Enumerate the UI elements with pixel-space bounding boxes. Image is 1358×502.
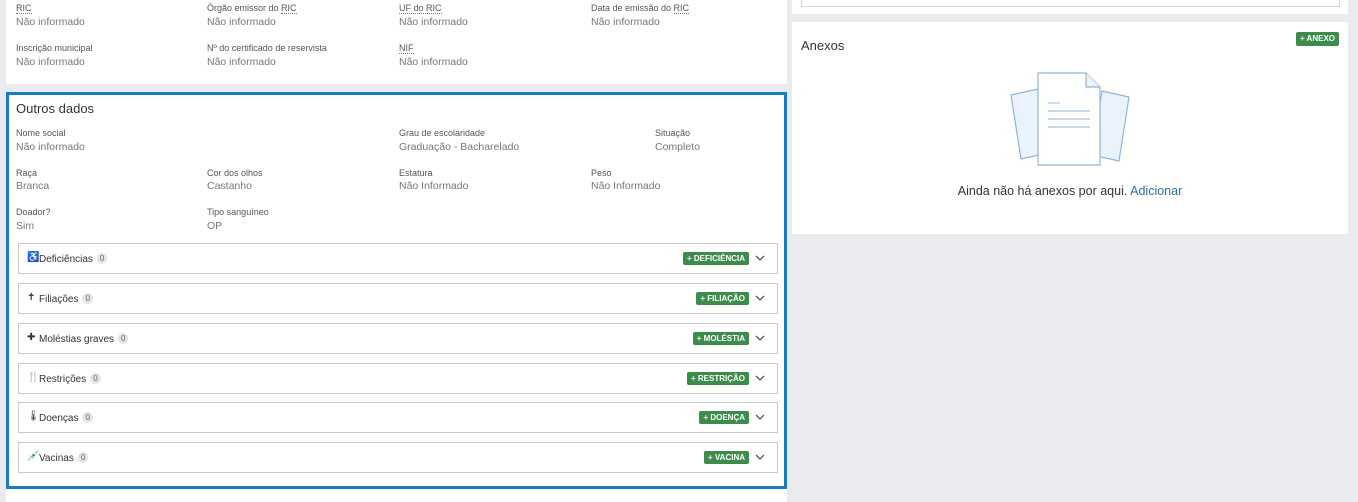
escolaridade-label: Grau de escolaridade — [399, 128, 486, 138]
documents-card: RIC Não informado Órgão emissor do RIC N… — [6, 0, 787, 84]
reservista-value: Não informado — [207, 56, 276, 68]
filiacoes-section[interactable]: ✝ Filiações 0 + FILIAÇÃO — [18, 283, 778, 314]
chevron-down-icon[interactable] — [753, 331, 767, 345]
ric-value: Não informado — [16, 16, 85, 28]
restricoes-section[interactable]: 🍴 Restrições 0 + RESTRIÇÃO — [18, 363, 778, 394]
molestias-count: 0 — [118, 333, 129, 344]
vacinas-section[interactable]: 💉 Vacinas 0 + VACINA — [18, 442, 778, 473]
vacinas-label: Vacinas 0 — [39, 452, 89, 464]
data-emissao-value: Não informado — [591, 16, 660, 28]
doador-label: Doador? — [16, 207, 51, 217]
raca-label: Raça — [16, 168, 38, 178]
orgao-emissor-value: Não informado — [207, 16, 276, 28]
molestias-section[interactable]: ✚ Moléstias graves 0 + MOLÉSTIA — [18, 323, 778, 354]
situacao-value: Completo — [655, 141, 700, 153]
documents-illustration-icon — [1010, 72, 1130, 166]
anexos-title: Anexos — [801, 38, 845, 53]
ric-label: RIC — [16, 3, 32, 14]
nome-social-value: Não informado — [16, 141, 85, 153]
deficiencias-count: 0 — [96, 253, 108, 264]
add-vacina-button[interactable]: + VACINA — [704, 451, 749, 464]
raca-value: Branca — [16, 180, 50, 192]
chevron-down-icon[interactable] — [753, 291, 767, 305]
tipo-sanguineo-label: Tipo sanguíneo — [207, 207, 269, 217]
cor-olhos-label: Cor dos olhos — [207, 168, 263, 178]
tipo-sanguineo-value: OP — [207, 220, 223, 232]
filiacoes-label: Filiações 0 — [39, 293, 93, 305]
uf-ric-label: UF do RIC — [399, 3, 442, 14]
outros-dados-card: Outros dados Nome social Não informado G… — [6, 92, 787, 489]
thermometer-icon: 🌡 — [27, 411, 40, 422]
add-molestia-button[interactable]: + MOLÉSTIA — [692, 332, 749, 345]
right-top-field[interactable] — [801, 0, 1340, 7]
anexos-card: Anexos + ANEXO Ainda não há anexos por a… — [792, 22, 1348, 234]
deficiencias-section[interactable]: ♿ Deficiências 0 + DEFICIÊNCIA — [18, 243, 778, 274]
chevron-down-icon[interactable] — [753, 251, 767, 265]
doador-value: Sim — [16, 220, 35, 232]
escolaridade-value: Graduação - Bacharelado — [399, 141, 520, 153]
add-doenca-button[interactable]: + DOENÇA — [699, 411, 749, 424]
orgao-emissor-label: Órgão emissor do RIC — [207, 3, 297, 14]
cross-icon: ✚ — [27, 332, 36, 343]
peso-label: Peso — [591, 168, 612, 178]
inscricao-municipal-value: Não informado — [16, 56, 85, 68]
nif-label: NIF — [399, 43, 414, 54]
chevron-down-icon[interactable] — [753, 450, 767, 464]
estatura-label: Estatura — [399, 168, 433, 178]
right-top-card — [792, 0, 1348, 14]
data-emissao-label: Data de emissão do RIC — [591, 3, 690, 14]
nif-value: Não informado — [399, 56, 468, 68]
add-filiacao-button[interactable]: + FILIAÇÃO — [696, 292, 749, 305]
deficiencias-label: Deficiências 0 — [39, 253, 108, 265]
add-anexo-button[interactable]: + ANEXO — [1295, 32, 1339, 46]
restricoes-label: Restrições 0 — [39, 373, 101, 385]
cor-olhos-value: Castanho — [207, 180, 252, 192]
add-deficiencia-button[interactable]: + DEFICIÊNCIA — [682, 252, 749, 265]
filiacoes-count: 0 — [82, 293, 93, 304]
outros-dados-title: Outros dados — [16, 101, 95, 116]
adicionar-anexo-link[interactable]: Adicionar — [1130, 184, 1182, 198]
chevron-down-icon[interactable] — [753, 410, 767, 424]
doencas-count: 0 — [82, 412, 93, 423]
reservista-label: Nº do certificado de reservista — [207, 43, 327, 53]
estatura-value: Não Informado — [399, 180, 469, 192]
nome-social-label: Nome social — [16, 128, 66, 138]
add-restricao-button[interactable]: + RESTRIÇÃO — [686, 372, 749, 385]
bottom-strip — [6, 489, 787, 502]
situacao-label: Situação — [655, 128, 691, 138]
anexos-empty-message: Ainda não há anexos por aqui. Adicionar — [792, 184, 1348, 198]
syringe-icon: 💉 — [27, 451, 40, 462]
uf-ric-value: Não informado — [399, 16, 468, 28]
inscricao-municipal-label: Inscrição municipal — [16, 43, 93, 53]
anexos-empty-text: Ainda não há anexos por aqui. — [957, 184, 1128, 198]
chevron-down-icon[interactable] — [753, 371, 767, 385]
doencas-label: Doenças 0 — [39, 412, 93, 424]
restricoes-count: 0 — [90, 373, 101, 384]
filiation-icon: ✝ — [27, 292, 36, 303]
peso-value: Não Informado — [591, 180, 661, 192]
molestias-label: Moléstias graves 0 — [39, 333, 129, 345]
vacinas-count: 0 — [77, 452, 89, 463]
wheelchair-icon: ♿ — [27, 252, 40, 263]
doencas-section[interactable]: 🌡 Doenças 0 + DOENÇA — [18, 402, 778, 433]
cutlery-icon: 🍴 — [27, 372, 40, 383]
